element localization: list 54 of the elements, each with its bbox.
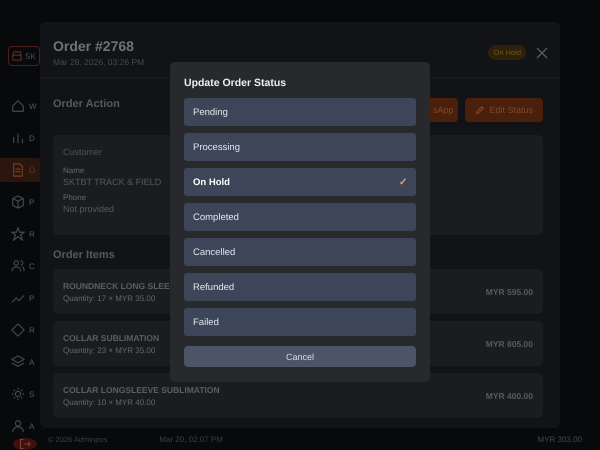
bar-chart-icon <box>11 131 25 145</box>
sidebar-item[interactable]: O <box>0 158 41 182</box>
field-label: Phone <box>63 193 86 202</box>
status-option[interactable]: Failed <box>184 308 416 336</box>
section-title: Order Action <box>53 98 120 110</box>
item-name: ROUNDNECK LONG SLEE <box>63 280 170 290</box>
sidebar-item[interactable]: P <box>0 286 41 310</box>
item-quantity: Quantity: 17 × MYR 35.00 <box>63 294 156 302</box>
sidebar-item[interactable]: D <box>0 126 41 150</box>
item-total: MYR 400.00 <box>486 390 533 400</box>
sidebar-item[interactable]: A <box>0 414 41 438</box>
sidebar-item[interactable]: A <box>0 350 41 374</box>
status-option[interactable]: Refunded <box>184 273 416 301</box>
item-total: MYR 805.00 <box>486 338 533 348</box>
amount-text: MYR 303.00 <box>538 435 582 444</box>
item-name: COLLAR LONGSLEEVE SUBLIMATION <box>63 384 220 394</box>
box-icon <box>11 195 25 209</box>
item-total: MYR 595.00 <box>486 286 533 296</box>
document-icon <box>11 163 25 177</box>
settings-icon <box>11 387 25 401</box>
field-label: Name <box>63 166 84 175</box>
item-quantity: Quantity: 23 × MYR 35.00 <box>63 346 156 354</box>
user-icon <box>11 419 25 433</box>
status-option[interactable]: On Hold ✓ <box>184 168 416 196</box>
sidebar-item[interactable]: P <box>0 190 41 214</box>
logout-button[interactable] <box>13 438 37 450</box>
star-icon <box>11 227 25 241</box>
store-icon <box>12 51 22 61</box>
check-icon: ✓ <box>399 176 407 188</box>
sidebar-item[interactable]: R <box>0 222 41 246</box>
order-title: Order #2768 <box>53 38 135 54</box>
section-title: Order Items <box>53 249 115 261</box>
cancel-button[interactable]: Cancel <box>184 346 416 367</box>
status-option[interactable]: Cancelled <box>184 238 416 266</box>
home-icon <box>11 99 25 113</box>
sidebar-item[interactable]: R <box>0 318 41 342</box>
dialog-title: Update Order Status <box>184 77 288 89</box>
item-name: COLLAR SUBLIMATION <box>63 332 160 342</box>
sidebar-item[interactable]: S <box>0 382 41 406</box>
diamond-icon <box>11 323 25 337</box>
status-option[interactable]: Completed <box>184 203 416 231</box>
sidebar-item[interactable]: C <box>0 254 41 278</box>
close-icon[interactable] <box>536 46 548 58</box>
store-button[interactable]: SK <box>8 46 40 66</box>
pencil-icon <box>475 106 484 114</box>
layers-icon <box>11 355 25 369</box>
status-option[interactable]: Pending <box>184 98 416 126</box>
status-option[interactable]: Processing <box>184 133 416 161</box>
logout-icon <box>19 438 31 450</box>
field-value: Not provided <box>63 204 114 214</box>
users-icon <box>11 259 25 273</box>
field-value: SKTBT TRACK & FIELD <box>63 177 162 187</box>
sidebar-item[interactable]: W <box>0 94 41 118</box>
item-quantity: Quantity: 10 × MYR 40.00 <box>63 398 156 406</box>
